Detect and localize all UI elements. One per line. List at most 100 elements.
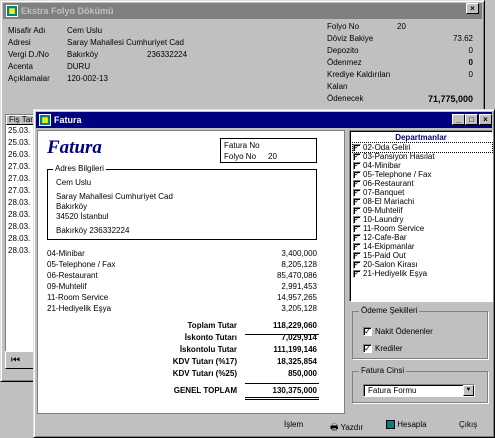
department-item[interactable]: ✓ 15-Paid Out <box>353 251 492 260</box>
checkbox-checked-icon[interactable]: ✓ <box>353 215 361 224</box>
folio-label: Ödenmez <box>327 58 362 67</box>
item-amount: 2,991,453 <box>281 282 317 291</box>
item-name: 06-Restaurant <box>47 271 98 280</box>
department-item[interactable]: ✓ 14-Ekipmanlar <box>353 242 492 251</box>
department-item[interactable]: ✓ 20-Salon Kirası <box>353 260 492 269</box>
guest-value: Cem Uslu <box>67 26 103 35</box>
first-record-icon[interactable]: ⏮ <box>11 355 20 366</box>
fatura-window-title: Fatura <box>54 115 82 125</box>
fatura-app-icon: ▦ <box>39 114 51 126</box>
total-label: KDV Tutarı (%17) <box>172 357 237 366</box>
item-name: 21-Hediyelik Eşya <box>47 304 112 313</box>
department-item[interactable]: ✓ 09-Muhtelif <box>353 206 492 215</box>
islem-button[interactable]: İşlem <box>284 420 303 429</box>
checkbox-checked-icon[interactable]: ✓ <box>353 161 361 170</box>
checkbox-checked-icon[interactable]: ✓ <box>353 179 361 188</box>
hesapla-button[interactable]: Hesapla <box>386 420 427 430</box>
address-line: Bakırköy 236332224 <box>56 226 130 235</box>
fatura-titlebar[interactable]: ▦ Fatura <box>36 112 492 128</box>
app-icon: ▦ <box>6 5 18 17</box>
department-label: 10-Laundry <box>363 215 404 224</box>
payment-group-label: Ödeme Şekilleri <box>359 306 420 315</box>
ekstra-folyo-titlebar[interactable]: ▦ Ekstra Folyo Dökümü <box>3 3 482 19</box>
total-value: 18,325,854 <box>276 357 317 366</box>
guest-label: Adresi <box>8 38 31 47</box>
guest-value: Bakırköy <box>67 50 99 59</box>
total-value: 111,199,146 <box>273 345 317 354</box>
department-item[interactable]: ✓ 21-Hediyelik Eşya <box>353 269 492 278</box>
item-amount: 3,400,000 <box>281 249 317 258</box>
checkbox-checked-icon[interactable]: ✓ <box>363 327 372 337</box>
checkbox-checked-icon[interactable]: ✓ <box>353 206 361 215</box>
checkbox-checked-icon[interactable]: ✓ <box>353 224 361 233</box>
invoice-type-select[interactable]: Fatura Formu ▼ <box>363 384 475 397</box>
payment-option-label: Krediler <box>375 344 403 353</box>
checkbox-checked-icon[interactable]: ✓ <box>353 188 361 197</box>
checkbox-checked-icon[interactable]: ✓ <box>363 344 372 354</box>
folyo-no-value: 20 <box>268 152 277 161</box>
department-item[interactable]: ✓ 02-Oda Geliri <box>352 142 493 153</box>
checkbox-checked-icon[interactable]: ✓ <box>353 197 361 206</box>
grand-total-label: GENEL TOPLAM <box>173 386 237 395</box>
department-label: 15-Paid Out <box>363 251 406 260</box>
checkbox-checked-icon[interactable]: ✓ <box>353 152 361 161</box>
address-group: Adres Bilgileri Cem Uslu Saray Mahallesi … <box>47 164 317 240</box>
item-name: 04-Minibar <box>47 249 85 258</box>
chevron-down-icon[interactable]: ▼ <box>463 385 474 396</box>
close-button[interactable]: × <box>466 3 479 14</box>
department-item[interactable]: ✓ 05-Telephone / Fax <box>353 170 492 179</box>
department-item[interactable]: ✓ 06-Restaurant <box>353 179 492 188</box>
guest-label: Vergi D./No <box>8 50 49 59</box>
window-title: Ekstra Folyo Dökümü <box>21 6 114 16</box>
total-label: İskontolu Tutar <box>179 345 237 354</box>
minimize-button[interactable]: _ <box>452 114 465 125</box>
checkbox-checked-icon[interactable]: ✓ <box>353 170 361 179</box>
item-amount: 85,470,086 <box>276 271 317 280</box>
item-amount: 8,205,128 <box>281 260 317 269</box>
cikis-button[interactable]: Çıkış <box>459 420 477 429</box>
address-group-label: Adres Bilgileri <box>53 164 106 173</box>
total-label: Toplam Tutar <box>187 321 237 330</box>
address-line: 34520 İstanbul <box>56 212 109 221</box>
invoice-heading: Fatura <box>47 137 102 158</box>
department-label: 03-Pansiyon Hasılat <box>363 152 435 161</box>
checkbox-checked-icon[interactable]: ✓ <box>353 143 361 152</box>
guest-label: Açıklamalar <box>8 74 50 83</box>
invoice-number-box: Fatura No Folyo No 20 <box>220 138 317 163</box>
folio-label: Kalan <box>327 82 348 91</box>
department-label: 08-El Mariachi <box>363 197 415 206</box>
checkbox-checked-icon[interactable]: ✓ <box>353 242 361 251</box>
fatura-close-button[interactable]: × <box>479 114 492 125</box>
department-item[interactable]: ✓ 10-Laundry <box>353 215 492 224</box>
payment-group: Ödeme Şekilleri ✓ Nakit Ödenenler ✓ Kredile… <box>352 306 488 359</box>
yazdir-button[interactable]: 🖶 Yazdır <box>330 420 363 436</box>
calculator-icon <box>386 420 395 430</box>
folyo-no-label: Folyo No <box>224 152 257 161</box>
folio-no-value: 20 <box>397 22 406 31</box>
department-item[interactable]: ✓ 12-Cafe-Bar <box>353 233 492 242</box>
payment-option[interactable]: ✓ Nakit Ödenenler <box>363 323 433 340</box>
checkbox-checked-icon[interactable]: ✓ <box>353 233 361 242</box>
department-item[interactable]: ✓ 08-El Mariachi <box>353 197 492 206</box>
departments-title: Departmanlar <box>395 133 447 142</box>
payment-option-label: Nakit Ödenenler <box>375 327 433 336</box>
grand-total-underline <box>245 397 319 400</box>
payment-option[interactable]: ✓ Krediler <box>363 340 433 357</box>
checkbox-checked-icon[interactable]: ✓ <box>353 251 361 260</box>
department-item[interactable]: ✓ 04-Minibar <box>353 161 492 170</box>
department-label: 06-Restaurant <box>363 179 414 188</box>
folio-label: Folyo No <box>327 22 360 31</box>
folio-label: Depozito <box>327 46 359 55</box>
department-label: 05-Telephone / Fax <box>363 170 432 179</box>
maximize-button[interactable]: □ <box>465 114 478 125</box>
folio-value: 0 <box>468 58 473 67</box>
department-item[interactable]: ✓ 03-Pansiyon Hasılat <box>353 152 492 161</box>
checkbox-checked-icon[interactable]: ✓ <box>353 260 361 269</box>
checkbox-checked-icon[interactable]: ✓ <box>353 269 361 278</box>
tax-number: 236332224 <box>147 50 188 59</box>
department-item[interactable]: ✓ 07-Banquet <box>353 188 492 197</box>
address-line: Bakırköy <box>56 202 88 211</box>
cikis-label: Çıkış <box>459 420 478 429</box>
department-label: 02-Oda Geliri <box>363 143 411 152</box>
department-item[interactable]: ✓ 11-Room Service <box>353 224 492 233</box>
